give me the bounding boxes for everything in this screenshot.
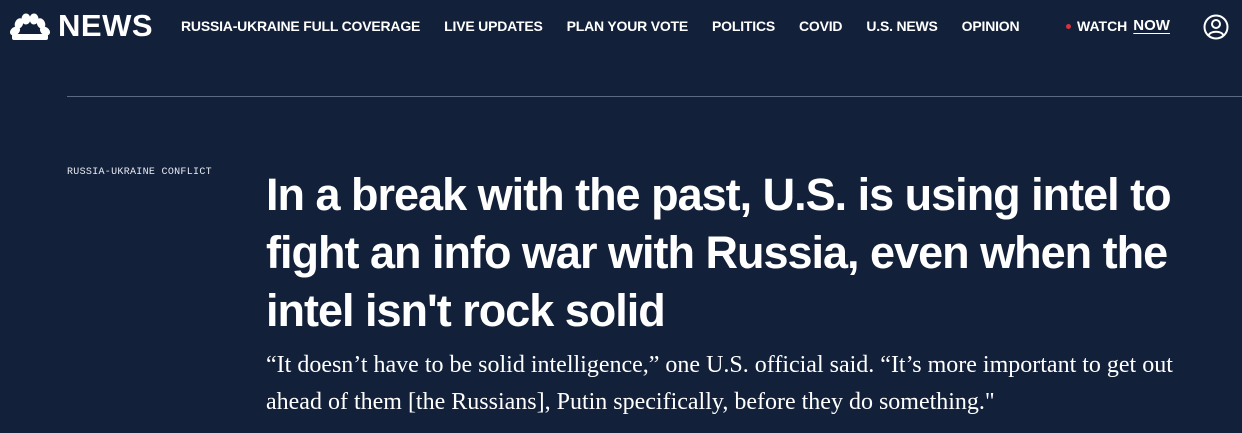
article-section-label[interactable]: RUSSIA-UKRAINE CONFLICT (67, 167, 212, 178)
nav-link-covid[interactable]: COVID (799, 17, 843, 35)
nbc-peacock-icon (9, 13, 51, 40)
user-account-icon[interactable] (1203, 14, 1229, 40)
watch-now-label: NOW (1133, 17, 1170, 34)
nav-link-russia-ukraine[interactable]: RUSSIA-UKRAINE FULL COVERAGE (181, 17, 420, 35)
top-navigation: NEWS RUSSIA-UKRAINE FULL COVERAGE LIVE U… (0, 0, 1242, 54)
nav-link-us-news[interactable]: U.S. NEWS (866, 17, 938, 35)
main-menu: RUSSIA-UKRAINE FULL COVERAGE LIVE UPDATE… (181, 17, 1043, 35)
article-headline: In a break with the past, U.S. is using … (266, 169, 1172, 336)
nav-link-politics[interactable]: POLITICS (712, 17, 775, 35)
nbc-news-logo[interactable]: NEWS (8, 9, 153, 43)
watch-label: WATCH (1077, 18, 1128, 34)
nav-link-live-updates[interactable]: LIVE UPDATES (444, 17, 543, 35)
header-divider (67, 96, 1242, 97)
nav-link-opinion[interactable]: OPINION (962, 17, 1020, 35)
watch-now-button[interactable]: WATCH NOW (1066, 17, 1170, 35)
article-dek: “It doesn’t have to be solid intelligenc… (266, 352, 1173, 415)
live-dot-icon (1066, 23, 1071, 29)
nav-link-plan-your-vote[interactable]: PLAN YOUR VOTE (567, 17, 689, 35)
logo-text: NEWS (58, 8, 153, 43)
